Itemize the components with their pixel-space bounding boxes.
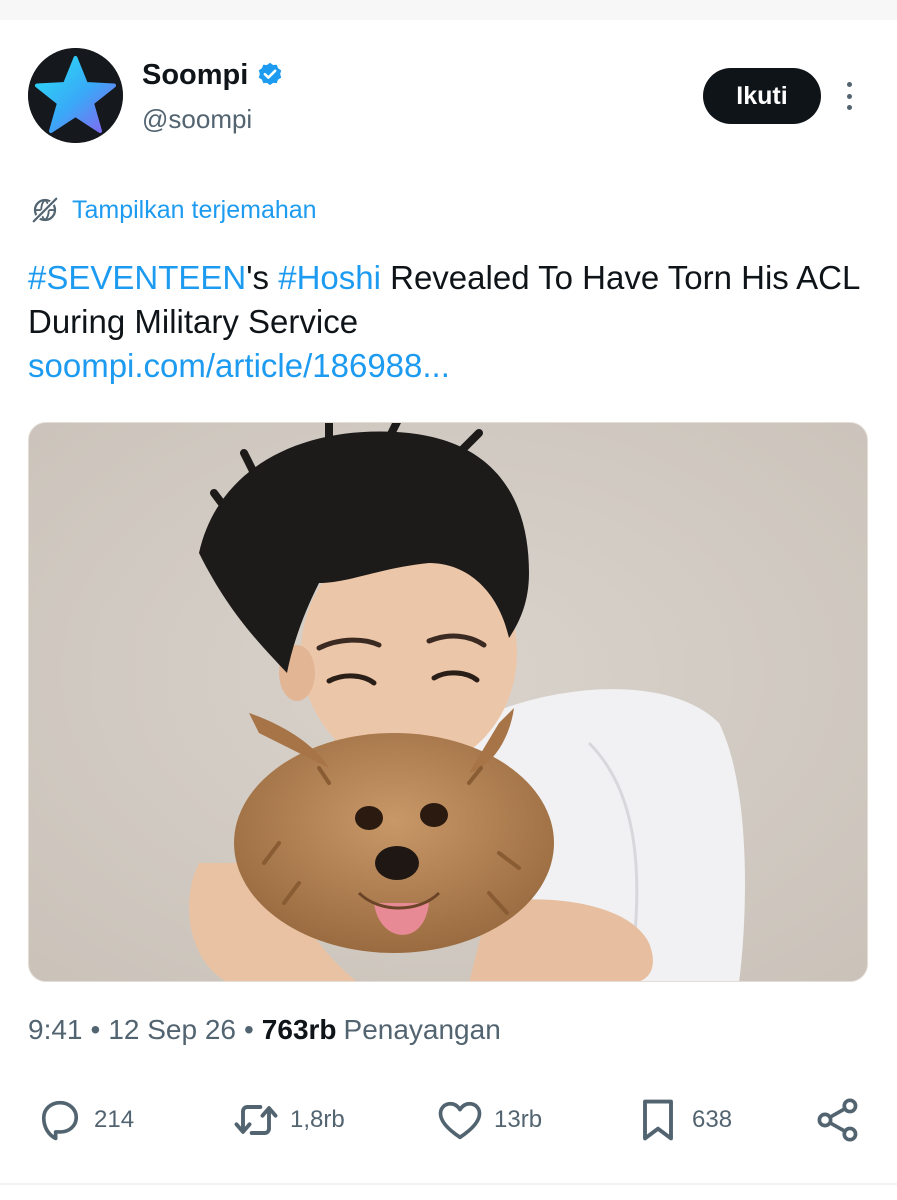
more-icon[interactable] — [834, 78, 864, 114]
reply-count: 214 — [94, 1106, 135, 1133]
views-label: Penayangan — [343, 1014, 501, 1045]
views-count: 763rb — [261, 1014, 337, 1045]
meta-separator: • — [243, 1014, 254, 1045]
star-logo-icon — [28, 48, 123, 143]
tweet-date[interactable]: 12 Sep 26 — [108, 1014, 236, 1046]
share-icon — [817, 1098, 858, 1142]
status-area — [0, 0, 897, 20]
like-button[interactable]: 13rb — [434, 1092, 542, 1148]
tweet-header: Soompi @soompi Ikuti — [28, 48, 868, 144]
avatar[interactable] — [28, 48, 123, 143]
bookmark-count: 638 — [692, 1106, 733, 1133]
repost-button[interactable]: 1,8rb — [230, 1092, 345, 1148]
meta-separator: • — [90, 1014, 101, 1045]
name-row: Soompi — [142, 58, 284, 92]
photo-illustration — [29, 423, 867, 981]
follow-button[interactable]: Ikuti — [703, 68, 821, 124]
tweet-meta: 9:41 • 12 Sep 26 • 763rb Penayangan — [28, 1010, 501, 1050]
divider — [0, 1183, 897, 1185]
like-icon — [438, 1101, 482, 1140]
tweet-text-part: 's — [246, 259, 279, 296]
tweet-time[interactable]: 9:41 — [28, 1014, 83, 1046]
bookmark-button[interactable]: 638 — [632, 1092, 732, 1148]
tweet-photo[interactable] — [28, 422, 868, 982]
like-count: 13rb — [494, 1106, 543, 1133]
article-link[interactable]: soompi.com/article/186988... — [28, 347, 450, 384]
translate-icon — [31, 196, 59, 224]
hashtag-hoshi[interactable]: #Hoshi — [278, 259, 381, 296]
hashtag-seventeen[interactable]: #SEVENTEEN — [28, 259, 246, 296]
display-name[interactable]: Soompi — [142, 59, 248, 92]
tweet-text: #SEVENTEEN's #Hoshi Revealed To Have Tor… — [28, 256, 868, 388]
verified-badge-icon — [256, 61, 284, 89]
share-button[interactable] — [812, 1092, 864, 1148]
account-handle[interactable]: @soompi — [142, 104, 252, 135]
action-bar: 214 1,8rb 13rb 638 — [28, 1092, 868, 1148]
translate-link[interactable]: Tampilkan terjemahan — [30, 192, 317, 228]
reply-button[interactable]: 214 — [34, 1092, 134, 1148]
repost-icon — [234, 1105, 278, 1135]
bookmark-icon — [643, 1099, 673, 1141]
repost-count: 1,8rb — [290, 1106, 345, 1133]
translate-label: Tampilkan terjemahan — [72, 195, 317, 224]
reply-icon — [41, 1100, 79, 1141]
